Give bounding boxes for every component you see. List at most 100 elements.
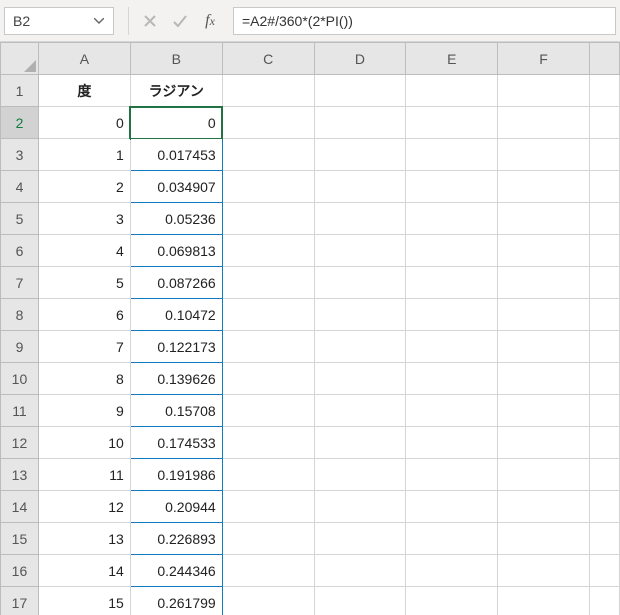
cell-E2[interactable] [406, 107, 498, 139]
cell-extra-12[interactable] [589, 427, 619, 459]
cell-E4[interactable] [406, 171, 498, 203]
cell-extra-15[interactable] [589, 523, 619, 555]
cell-E17[interactable] [406, 587, 498, 615]
cell-A8[interactable]: 6 [38, 299, 130, 331]
cell-F6[interactable] [498, 235, 590, 267]
cell-D6[interactable] [314, 235, 406, 267]
cell-A1[interactable]: 度 [38, 75, 130, 107]
cell-extra-5[interactable] [589, 203, 619, 235]
col-header-extra[interactable] [589, 43, 619, 75]
cell-extra-10[interactable] [589, 363, 619, 395]
cell-D16[interactable] [314, 555, 406, 587]
cell-F16[interactable] [498, 555, 590, 587]
cell-E1[interactable] [406, 75, 498, 107]
cell-A3[interactable]: 1 [38, 139, 130, 171]
cell-B2[interactable]: 0 [130, 107, 222, 139]
cell-extra-2[interactable] [589, 107, 619, 139]
name-box[interactable]: B2 [4, 7, 114, 35]
cell-E16[interactable] [406, 555, 498, 587]
cell-extra-17[interactable] [589, 587, 619, 615]
cell-A12[interactable]: 10 [38, 427, 130, 459]
enter-formula-button[interactable] [165, 7, 195, 35]
cell-D2[interactable] [314, 107, 406, 139]
cell-F9[interactable] [498, 331, 590, 363]
cell-F10[interactable] [498, 363, 590, 395]
cell-F7[interactable] [498, 267, 590, 299]
col-header-F[interactable]: F [498, 43, 590, 75]
cell-C1[interactable] [222, 75, 314, 107]
row-header-2[interactable]: 2 [1, 107, 39, 139]
cell-B1[interactable]: ラジアン [130, 75, 222, 107]
spreadsheet-grid[interactable]: ABCDEF1度ラジアン200310.017453420.034907530.0… [0, 42, 620, 615]
cell-C3[interactable] [222, 139, 314, 171]
cell-E8[interactable] [406, 299, 498, 331]
cell-F8[interactable] [498, 299, 590, 331]
cell-B12[interactable]: 0.174533 [130, 427, 222, 459]
cell-F4[interactable] [498, 171, 590, 203]
cell-B10[interactable]: 0.139626 [130, 363, 222, 395]
cell-D9[interactable] [314, 331, 406, 363]
cell-A10[interactable]: 8 [38, 363, 130, 395]
row-header-9[interactable]: 9 [1, 331, 39, 363]
cell-E14[interactable] [406, 491, 498, 523]
cell-D8[interactable] [314, 299, 406, 331]
cell-C7[interactable] [222, 267, 314, 299]
cell-E3[interactable] [406, 139, 498, 171]
cell-C5[interactable] [222, 203, 314, 235]
row-header-4[interactable]: 4 [1, 171, 39, 203]
cell-B13[interactable]: 0.191986 [130, 459, 222, 491]
cell-A13[interactable]: 11 [38, 459, 130, 491]
col-header-D[interactable]: D [314, 43, 406, 75]
cell-B17[interactable]: 0.261799 [130, 587, 222, 615]
cell-B11[interactable]: 0.15708 [130, 395, 222, 427]
cell-F3[interactable] [498, 139, 590, 171]
cell-F14[interactable] [498, 491, 590, 523]
cell-A9[interactable]: 7 [38, 331, 130, 363]
cell-B8[interactable]: 0.10472 [130, 299, 222, 331]
cell-C6[interactable] [222, 235, 314, 267]
cell-B16[interactable]: 0.244346 [130, 555, 222, 587]
col-header-C[interactable]: C [222, 43, 314, 75]
cell-B5[interactable]: 0.05236 [130, 203, 222, 235]
cell-extra-11[interactable] [589, 395, 619, 427]
cell-A17[interactable]: 15 [38, 587, 130, 615]
cell-C8[interactable] [222, 299, 314, 331]
cell-D12[interactable] [314, 427, 406, 459]
cell-B3[interactable]: 0.017453 [130, 139, 222, 171]
cell-C11[interactable] [222, 395, 314, 427]
col-header-E[interactable]: E [406, 43, 498, 75]
cell-D15[interactable] [314, 523, 406, 555]
cell-D3[interactable] [314, 139, 406, 171]
cell-extra-6[interactable] [589, 235, 619, 267]
cell-extra-13[interactable] [589, 459, 619, 491]
row-header-15[interactable]: 15 [1, 523, 39, 555]
cell-D11[interactable] [314, 395, 406, 427]
cell-A15[interactable]: 13 [38, 523, 130, 555]
cell-C17[interactable] [222, 587, 314, 615]
cell-C10[interactable] [222, 363, 314, 395]
cell-D17[interactable] [314, 587, 406, 615]
row-header-14[interactable]: 14 [1, 491, 39, 523]
cell-E11[interactable] [406, 395, 498, 427]
cell-D5[interactable] [314, 203, 406, 235]
row-header-8[interactable]: 8 [1, 299, 39, 331]
cell-A14[interactable]: 12 [38, 491, 130, 523]
cell-extra-7[interactable] [589, 267, 619, 299]
cell-A16[interactable]: 14 [38, 555, 130, 587]
cell-E7[interactable] [406, 267, 498, 299]
cell-E13[interactable] [406, 459, 498, 491]
cell-E10[interactable] [406, 363, 498, 395]
cell-C4[interactable] [222, 171, 314, 203]
cell-A6[interactable]: 4 [38, 235, 130, 267]
row-header-1[interactable]: 1 [1, 75, 39, 107]
cell-F17[interactable] [498, 587, 590, 615]
cell-B14[interactable]: 0.20944 [130, 491, 222, 523]
row-header-13[interactable]: 13 [1, 459, 39, 491]
select-all-corner[interactable] [1, 43, 39, 75]
cell-extra-14[interactable] [589, 491, 619, 523]
cell-A11[interactable]: 9 [38, 395, 130, 427]
cell-C14[interactable] [222, 491, 314, 523]
cell-E6[interactable] [406, 235, 498, 267]
cell-E15[interactable] [406, 523, 498, 555]
cancel-formula-button[interactable] [135, 7, 165, 35]
